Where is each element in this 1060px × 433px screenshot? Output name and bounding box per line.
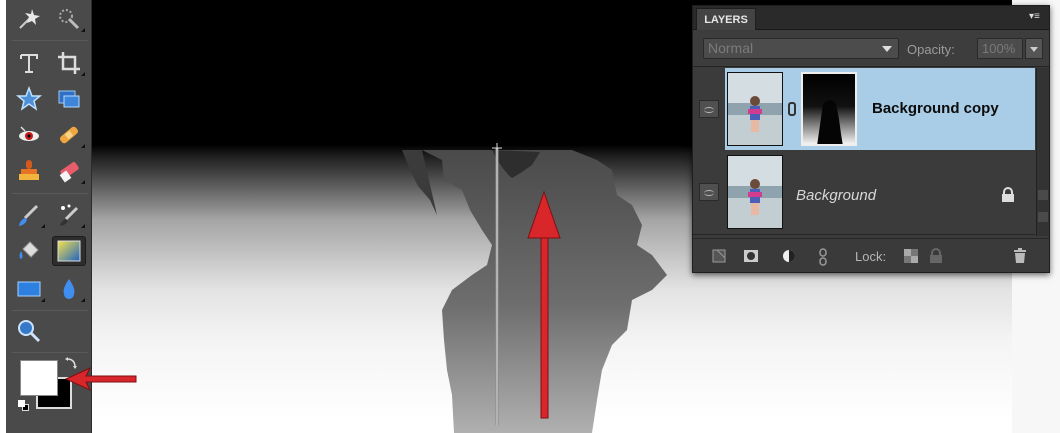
panel-menu-icon[interactable]: ▾≡	[1029, 12, 1043, 22]
blend-mode-value: Normal	[708, 40, 754, 56]
smart-brush-icon[interactable]	[52, 200, 86, 230]
opacity-dropdown-button[interactable]	[1025, 38, 1043, 59]
magic-wand-icon[interactable]	[12, 4, 46, 34]
photoshop-elements-window: LAYERS ▾≡ Normal Opacity: 100% Backgroun…	[0, 0, 1060, 433]
layers-panel-header: LAYERS ▾≡	[693, 6, 1049, 30]
layers-panel-footer: Lock:	[693, 238, 1049, 272]
layer-row-background[interactable]: Background	[693, 151, 1035, 235]
red-eye-icon[interactable]	[12, 120, 46, 150]
mask-link-icon[interactable]	[788, 102, 796, 116]
layers-scrollbar[interactable]	[1036, 68, 1049, 236]
link-layers-icon[interactable]	[817, 248, 833, 266]
layer-thumbnail	[727, 155, 783, 229]
default-colors-icon[interactable]	[18, 400, 30, 412]
paint-bucket-icon[interactable]	[12, 236, 46, 266]
left-arrow-annotation	[64, 366, 137, 392]
lock-icon	[1001, 187, 1015, 208]
visibility-eye-icon[interactable]	[699, 100, 719, 118]
visibility-eye-icon[interactable]	[699, 183, 719, 201]
eraser-icon[interactable]	[52, 156, 86, 186]
opacity-input[interactable]: 100%	[977, 38, 1023, 59]
blend-mode-dropdown[interactable]: Normal	[703, 38, 899, 59]
layer-thumbnail	[727, 72, 783, 146]
type-icon[interactable]	[12, 48, 46, 78]
trash-icon[interactable]	[1013, 248, 1029, 264]
brush-icon[interactable]	[12, 200, 46, 230]
rectangle-icon[interactable]	[12, 274, 46, 304]
opacity-label: Opacity:	[907, 42, 955, 57]
gradient-icon[interactable]	[52, 236, 86, 266]
adjustment-layer-icon[interactable]	[781, 248, 797, 264]
crop-icon[interactable]	[52, 48, 86, 78]
layers-tab[interactable]: LAYERS	[696, 8, 756, 30]
lock-transparency-icon[interactable]	[903, 248, 919, 264]
layer-name[interactable]: Background	[796, 187, 876, 204]
foreground-color-swatch[interactable]	[20, 360, 58, 396]
new-layer-icon[interactable]	[711, 248, 727, 264]
layer-row-background-copy[interactable]: Background copy	[693, 68, 1035, 150]
clone-stamp-icon[interactable]	[12, 156, 46, 186]
zoom-icon[interactable]	[12, 316, 46, 346]
layer-mask-thumbnail[interactable]	[801, 72, 857, 146]
add-layer-mask-icon[interactable]	[743, 248, 759, 264]
chevron-down-icon	[882, 46, 892, 52]
recompose-icon[interactable]	[52, 84, 86, 114]
up-arrow-annotation	[527, 190, 561, 419]
layers-panel: LAYERS ▾≡ Normal Opacity: 100% Backgroun…	[692, 5, 1050, 273]
layers-controls: Normal Opacity: 100%	[693, 31, 1049, 67]
healing-brush-icon[interactable]	[52, 120, 86, 150]
quick-selection-icon[interactable]	[52, 4, 86, 34]
blur-icon[interactable]	[52, 274, 86, 304]
layer-name[interactable]: Background copy	[872, 100, 999, 117]
custom-shape-icon[interactable]	[12, 84, 46, 114]
lock-label: Lock:	[855, 249, 887, 264]
lock-all-icon[interactable]	[929, 248, 945, 264]
gradient-drag-line	[492, 143, 502, 425]
